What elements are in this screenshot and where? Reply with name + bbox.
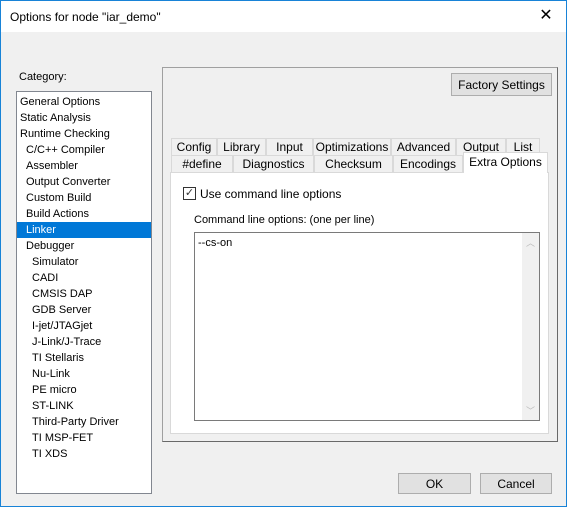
command-line-label: Command line options: (one per line) [194, 214, 375, 226]
tab-advanced[interactable]: Advanced [391, 138, 456, 156]
tab-config[interactable]: Config [171, 138, 217, 156]
close-icon[interactable]: ✕ [534, 5, 558, 27]
category-item[interactable]: Simulator [17, 254, 151, 270]
title-bar: Options for node "iar_demo" ✕ [1, 1, 566, 32]
tab--define[interactable]: #define [171, 155, 233, 173]
tab-optimizations[interactable]: Optimizations [313, 138, 391, 156]
category-item[interactable]: TI MSP-FET [17, 430, 151, 446]
window-title: Options for node "iar_demo" [10, 10, 161, 24]
category-item[interactable]: Runtime Checking [17, 126, 151, 142]
category-item[interactable]: Build Actions [17, 206, 151, 222]
ok-button[interactable]: OK [398, 473, 471, 494]
use-command-line-label[interactable]: Use command line options [200, 187, 341, 201]
category-item[interactable]: PE micro [17, 382, 151, 398]
category-item[interactable]: I-jet/JTAGjet [17, 318, 151, 334]
category-item[interactable]: TI Stellaris [17, 350, 151, 366]
scroll-up-icon[interactable]: ︿ [522, 236, 539, 249]
tab-extra-options[interactable]: Extra Options [463, 152, 548, 173]
tab-diagnostics[interactable]: Diagnostics [233, 155, 314, 173]
command-line-textarea[interactable]: --cs-on ︿ ﹀ [194, 232, 540, 421]
tab-input[interactable]: Input [266, 138, 313, 156]
category-item[interactable]: Custom Build [17, 190, 151, 206]
command-line-value: --cs-on [198, 237, 233, 249]
category-item[interactable]: CMSIS DAP [17, 286, 151, 302]
category-item[interactable]: General Options [17, 94, 151, 110]
cancel-button[interactable]: Cancel [480, 473, 552, 494]
category-list[interactable]: General Options Static Analysis Runtime Ch… [16, 91, 152, 494]
category-item[interactable]: CADI [17, 270, 151, 286]
category-item[interactable]: Output Converter [17, 174, 151, 190]
category-item[interactable]: Nu-Link [17, 366, 151, 382]
category-item[interactable]: ST-LINK [17, 398, 151, 414]
category-item[interactable]: Debugger [17, 238, 151, 254]
tab-checksum[interactable]: Checksum [314, 155, 393, 173]
category-item[interactable]: J-Link/J-Trace [17, 334, 151, 350]
use-command-line-checkbox[interactable]: ✓ [183, 187, 196, 200]
category-item[interactable]: Linker [17, 222, 151, 238]
category-item[interactable]: Third-Party Driver [17, 414, 151, 430]
category-item[interactable]: TI XDS [17, 446, 151, 462]
scroll-down-icon[interactable]: ﹀ [522, 404, 539, 417]
tab-library[interactable]: Library [217, 138, 266, 156]
tab-encodings[interactable]: Encodings [393, 155, 463, 173]
category-item[interactable]: GDB Server [17, 302, 151, 318]
factory-settings-button[interactable]: Factory Settings [451, 73, 552, 96]
category-item[interactable]: Assembler [17, 158, 151, 174]
category-item[interactable]: Static Analysis [17, 110, 151, 126]
scrollbar[interactable]: ︿ ﹀ [522, 233, 539, 420]
category-label: Category: [19, 71, 67, 83]
category-item[interactable]: C/C++ Compiler [17, 142, 151, 158]
